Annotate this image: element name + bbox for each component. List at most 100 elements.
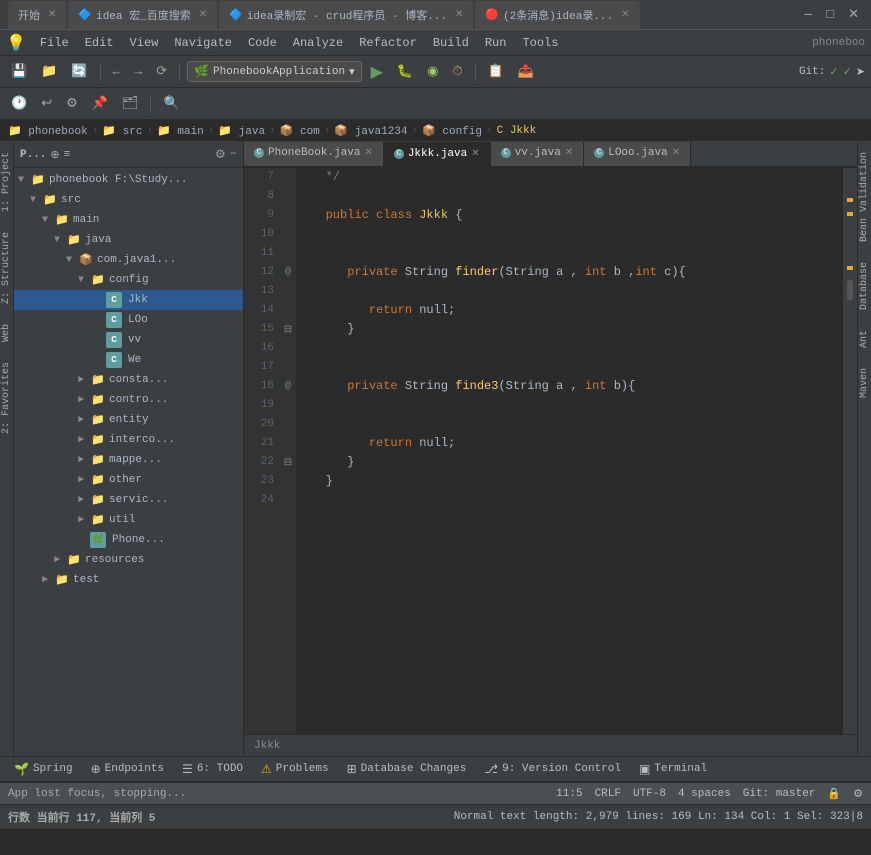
save-button[interactable]: 💾 [6,62,32,81]
git-more-icon[interactable]: ➤ [856,65,865,79]
btm-tab-todo[interactable]: ☰ 6: TODO [174,760,251,779]
status-position[interactable]: 11:5 [556,788,582,800]
bc-config[interactable]: 📦 config [422,124,482,138]
forward-button[interactable]: → [129,62,147,81]
menu-navigate[interactable]: Navigate [166,34,240,52]
panel-favorites[interactable]: 2: Favorites [0,352,14,444]
run-button[interactable]: ▶ [366,60,388,84]
right-panel-maven[interactable]: Maven [857,358,871,408]
tree-item-src[interactable]: ▼ 📁 src [14,190,243,210]
menu-build[interactable]: Build [425,34,477,52]
debug-button[interactable]: 🐛 [392,62,418,81]
tab-close-vv[interactable]: ✕ [565,147,573,159]
status-crlf[interactable]: CRLF [595,788,621,800]
code-line-10[interactable] [304,225,835,244]
run-config-dropdown[interactable]: 🌿 PhonebookApplication ▾ [187,61,362,82]
code-line-21[interactable]: return null; [304,434,835,453]
tree-item-vv[interactable]: C vv [14,330,243,350]
panel-web[interactable]: Web [0,314,14,352]
bc-com[interactable]: 📦 com [280,124,320,138]
bc-phonebook[interactable]: 📁 phonebook [8,124,88,138]
tree-item-resources[interactable]: ► 📁 resources [14,550,243,570]
tree-button[interactable]: 🗂 [117,94,144,113]
code-line-14[interactable]: return null; [304,301,835,320]
code-line-17[interactable] [304,358,835,377]
tree-item-java[interactable]: ▼ 📁 java [14,230,243,250]
code-line-23[interactable]: } [304,472,835,491]
tree-item-mappe[interactable]: ► 📁 mappe... [14,450,243,470]
menu-file[interactable]: File [32,34,77,52]
code-line-8[interactable] [304,187,835,206]
panel-minus-icon[interactable]: − [230,147,237,162]
back-button[interactable]: ← [108,62,126,81]
code-line-24[interactable] [304,491,835,510]
code-line-13[interactable] [304,282,835,301]
tab-close-looo[interactable]: ✕ [672,147,680,159]
bc-main[interactable]: 📁 main [157,124,204,138]
bc-src[interactable]: 📁 src [102,124,142,138]
title-tab-1[interactable]: 🔷 idea 宏_百度搜索 ✕ [68,1,217,29]
code-line-18[interactable]: private String finde3(String a , int b){ [304,377,835,396]
btm-tab-vcs[interactable]: ⎇ 9: Version Control [476,760,629,779]
tree-item-consta[interactable]: ► 📁 consta... [14,370,243,390]
btm-tab-problems[interactable]: ⚠ Problems [253,760,337,779]
tree-item-servic[interactable]: ► 📁 servic... [14,490,243,510]
status-settings-icon[interactable]: ⚙ [853,787,863,801]
scrollbar-thumb[interactable] [847,280,853,300]
minimize-button[interactable]: — [800,7,816,22]
code-line-7[interactable]: */ [304,168,835,187]
tree-item-entity[interactable]: ► 📁 entity [14,410,243,430]
tab-jkkk[interactable]: C Jkkk.java ✕ [384,142,491,166]
code-line-11[interactable] [304,244,835,263]
tab-close-1[interactable]: ✕ [199,9,207,21]
panel-icon-expand[interactable]: ⊕ [50,148,59,162]
title-tab-2[interactable]: 🔷 idea录制宏 - crud程序员 - 博客... ✕ [219,1,473,29]
status-git[interactable]: Git: master [743,788,816,800]
btm-tab-terminal[interactable]: ▣ Terminal [631,760,715,779]
menu-analyze[interactable]: Analyze [285,34,351,52]
tree-item-jkkk[interactable]: C Jkk [14,290,243,310]
tree-item-config[interactable]: ▼ 📁 config [14,270,243,290]
panel-project[interactable]: 1: Project [0,142,14,222]
tree-item-looo[interactable]: C LOo [14,310,243,330]
tab-close-jkkk[interactable]: ✕ [471,148,479,160]
btm-tab-endpoints[interactable]: ⊕ Endpoints [83,760,172,779]
panel-icon-settings[interactable]: ≡ [64,149,71,161]
tab-phonebook[interactable]: C PhoneBook.java ✕ [244,142,384,166]
panel-gear-icon[interactable]: ⚙ [215,147,226,162]
tree-item-com[interactable]: ▼ 📦 com.java1... [14,250,243,270]
git-check2-icon[interactable]: ✓ [843,65,852,79]
code-line-12[interactable]: private String finder(String a , int b ,… [304,263,835,282]
tab-vv[interactable]: C vv.java ✕ [491,142,585,166]
open-button[interactable]: 📁 [36,62,62,81]
title-tab-0[interactable]: 开始 ✕ [8,1,66,29]
menu-edit[interactable]: Edit [77,34,122,52]
status-indent[interactable]: 4 spaces [678,788,731,800]
search-button[interactable]: 🔍 [158,94,184,113]
nav-button[interactable]: ⟳ [151,62,172,81]
code-line-9[interactable]: public class Jkkk { [304,206,835,225]
tree-item-util[interactable]: ► 📁 util [14,510,243,530]
tab-close-phonebook[interactable]: ✕ [364,147,372,159]
tab-looo[interactable]: C LOoo.java ✕ [584,142,691,166]
tree-item-other[interactable]: ► 📁 other [14,470,243,490]
tree-item-main[interactable]: ▼ 📁 main [14,210,243,230]
btm-tab-spring[interactable]: 🌱 Spring [6,760,81,779]
tab-close-3[interactable]: ✕ [621,9,629,21]
status-encoding[interactable]: UTF-8 [633,788,666,800]
maximize-button[interactable]: □ [822,7,838,22]
code-line-15[interactable]: } [304,320,835,339]
right-panel-bean[interactable]: Bean Validation [857,142,871,252]
tree-item-we[interactable]: C We [14,350,243,370]
sync-button[interactable]: 🔄 [66,62,92,81]
right-panel-database[interactable]: Database [857,252,871,320]
bc-java1234[interactable]: 📦 java1234 [334,124,407,138]
git-check-icon[interactable]: ✓ [829,65,838,79]
btm-tab-dbchanges[interactable]: ⊞ Database Changes [339,760,475,779]
coverage-button[interactable]: ◉ [422,62,443,81]
panel-structure[interactable]: Z: Structure [0,222,14,314]
menu-run[interactable]: Run [477,34,515,52]
undo-button[interactable]: ↩ [36,94,57,113]
title-tab-3[interactable]: 🔴 (2条消息)idea录... ✕ [475,1,639,29]
tree-item-interco[interactable]: ► 📁 interco... [14,430,243,450]
